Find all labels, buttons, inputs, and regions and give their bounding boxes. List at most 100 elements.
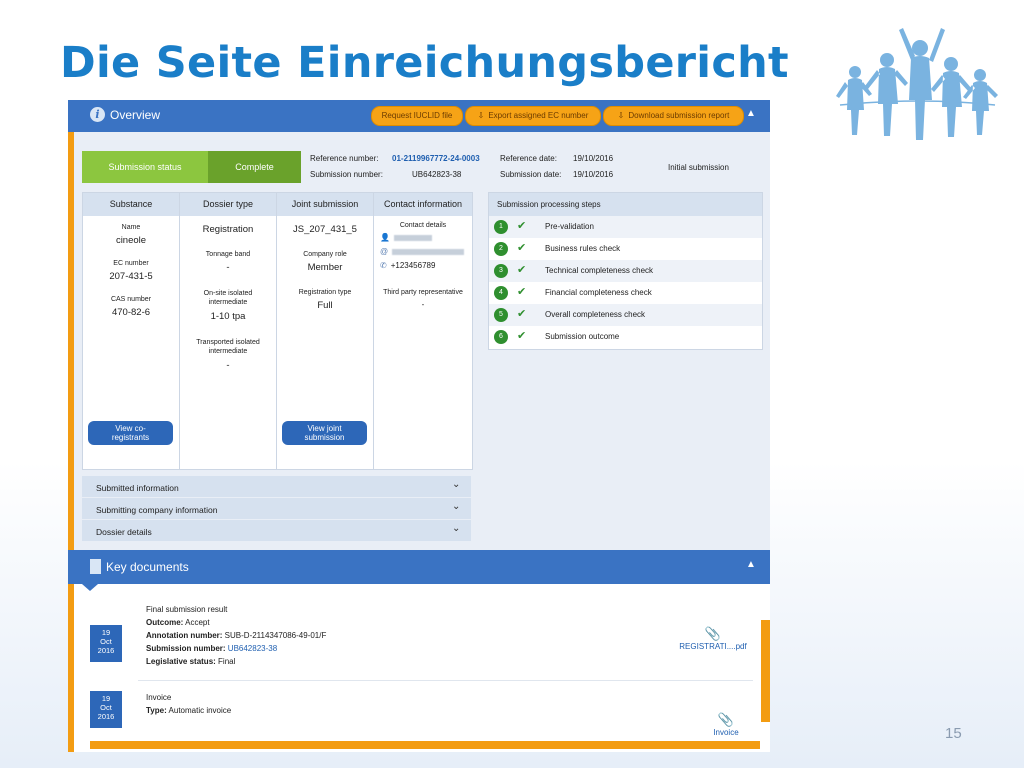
ec-number: 207-431-5 [109,271,153,282]
document-invoice: Invoice Type: Automatic invoice [146,693,232,715]
company-role-label: Company role [303,251,347,258]
info-icon: i [90,107,105,122]
checkmark-icon: ✔ [517,308,527,320]
submission-number-label: Submission number: [310,170,383,179]
transported-intermediate-value: - [226,360,230,371]
contact-email-row: @ [380,247,472,257]
third-party-value: - [421,300,425,309]
third-party-label: Third party representative [383,289,463,296]
paperclip-icon: 📎 [717,712,735,727]
dossier-type-header: Dossier type [180,193,276,216]
contact-information-header: Contact information [374,193,472,216]
tonnage-label: Tonnage band [205,251,251,258]
checkmark-icon: ✔ [517,286,527,298]
joint-submission-header: Joint submission [277,193,373,216]
download-report-button[interactable]: ⇩ Download submission report [603,106,744,126]
joint-submission-column: Joint submission JS_207_431_5 Company ro… [277,193,374,469]
redacted-email [392,248,465,255]
export-ec-button[interactable]: ⇩ Export assigned EC number [465,106,601,126]
contact-column: Contact information Contact details 👤 @ … [374,193,472,469]
dossier-type: Registration [202,224,254,235]
company-role: Member [307,262,343,273]
accordion-dossier-details[interactable]: Dossier details ⌄ [82,520,471,541]
download-icon: ⇩ [477,111,485,120]
date-badge: 19 Oct 2016 [90,691,122,728]
step-item: 3 ✔ Technical completeness check [489,260,762,282]
submission-kind: Initial submission [668,163,729,172]
checkmark-icon: ✔ [517,242,527,254]
accordion-submitting-company[interactable]: Submitting company information ⌄ [82,498,471,519]
request-iuclid-button[interactable]: Request IUCLID file [371,106,463,126]
date-badge: 19 Oct 2016 [90,625,122,662]
document-title: Final submission result [146,605,228,614]
joint-submission-id: JS_207_431_5 [293,224,357,235]
reference-date-label: Reference date: [500,154,557,163]
key-documents-tab-pointer [82,584,98,591]
reference-number-label: Reference number: [310,154,379,163]
view-co-registrants-button[interactable]: View co-registrants [88,421,173,445]
step-item: 4 ✔ Financial completeness check [489,282,762,304]
document-title: Invoice [146,693,172,702]
submission-date: 19/10/2016 [573,170,614,179]
step-item: 1 ✔ Pre-validation [489,216,762,238]
reference-number[interactable]: 01-2119967772-24-0003 [392,154,480,163]
tonnage-value: - [226,262,230,273]
substance-column: Substance Name cineole EC number 207-431… [83,193,180,469]
slide-title: Die Seite Einreichungsbericht [60,38,789,88]
document-final-submission: Final submission result Outcome: Accept … [146,605,327,666]
substance-name: cineole [115,235,147,246]
page-number: 15 [945,725,962,742]
name-label: Name [121,224,141,231]
user-icon: 👤 [380,233,390,242]
onsite-intermediate-label: On-site isolated intermediate [203,290,253,306]
contact-phone: +123456789 [390,261,436,270]
overview-header[interactable]: i Overview Request IUCLID file ⇩ Export a… [68,100,770,132]
step-item: 2 ✔ Business rules check [489,238,762,260]
reference-date: 19/10/2016 [573,154,614,163]
chevron-up-icon[interactable]: ▲ [746,108,756,119]
submission-status-value: Complete [208,151,301,183]
chevron-down-icon: ⌄ [452,479,461,490]
key-documents-title: Key documents [106,560,189,574]
submission-date-label: Submission date: [500,170,562,179]
submission-number: UB642823-38 [412,170,462,179]
overview-title: Overview [110,108,161,122]
accordion-submitted-information[interactable]: Submitted information ⌄ [82,476,471,497]
dossier-column: Dossier type Registration Tonnage band -… [180,193,277,469]
contact-name-row: 👤 [380,233,472,243]
chevron-up-icon[interactable]: ▲ [746,559,756,570]
registration-pdf-attachment[interactable]: 📎 REGISTRATI....pdf [673,626,753,651]
email-icon: @ [380,247,389,256]
divider [138,680,753,681]
accent-bar [761,620,770,722]
redacted-name [393,234,432,241]
registration-type-label: Registration type [298,289,352,296]
phone-icon: ✆ [380,261,387,270]
details-table: Substance Name cineole EC number 207-431… [82,192,473,470]
checkmark-icon: ✔ [517,220,527,232]
contact-phone-row: ✆ +123456789 [380,261,472,271]
building-icon [90,559,101,574]
onsite-intermediate-value: 1-10 tpa [210,311,246,322]
invoice-attachment[interactable]: 📎 Invoice [696,712,756,737]
step-item: 6 ✔ Submission outcome [489,326,762,348]
contact-details-label: Contact details [399,222,447,229]
screenshot-frame: i Overview Request IUCLID file ⇩ Export a… [68,100,770,752]
step-item: 5 ✔ Overall completeness check [489,304,762,326]
chevron-down-icon: ⌄ [452,501,461,512]
key-documents-header[interactable]: Key documents [68,550,770,584]
accent-bar [90,741,760,749]
view-joint-submission-button[interactable]: View joint submission [282,421,367,445]
download-icon: ⇩ [617,111,625,120]
registration-type: Full [317,300,333,311]
checkmark-icon: ✔ [517,264,527,276]
overview-panel: Submission status Complete Reference num… [74,132,770,550]
substance-header: Substance [83,193,179,216]
steps-list: 1 ✔ Pre-validation 2 ✔ Business rules check … [489,216,762,348]
paperclip-icon: 📎 [704,626,722,641]
cas-number-label: CAS number [110,296,152,303]
transported-intermediate-label: Transported isolated intermediate [196,339,260,355]
submission-status-label: Submission status [82,151,208,183]
ec-number-label: EC number [113,260,149,267]
chevron-down-icon: ⌄ [452,523,461,534]
